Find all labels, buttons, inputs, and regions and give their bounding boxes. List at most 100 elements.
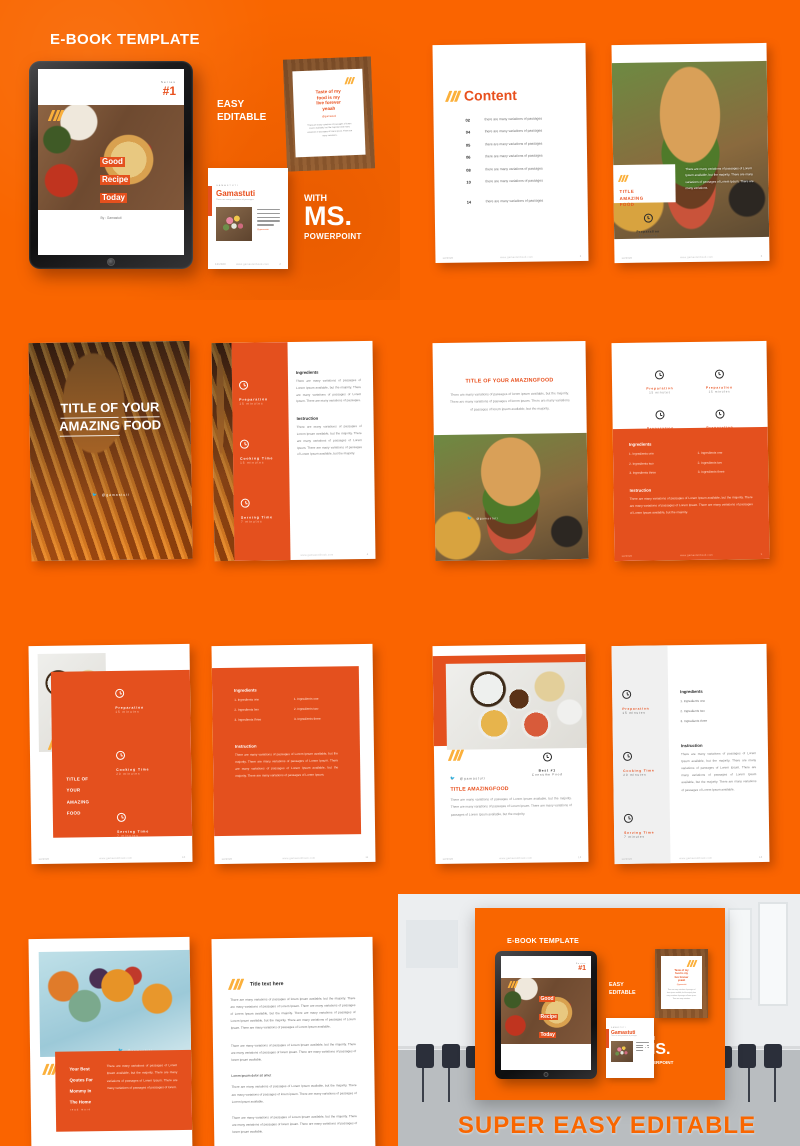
hero-label-ms: MS.	[304, 201, 353, 231]
footer-date: 12/2020	[621, 857, 633, 861]
breakfast-steps-column: Preparation 15 minutes Cooking Time 20 m…	[115, 684, 150, 838]
four-steps-red-panel: Ingredients 1. Ingredients one 2. Ingred…	[612, 426, 770, 562]
mockup-title: E-BOOK TEMPLATE	[507, 936, 579, 945]
footer-page-number: 3	[760, 255, 763, 259]
mockup-tablet: Series #1 Good Recipe Today	[495, 951, 597, 1079]
quote-sub[interactable]: read more	[70, 1107, 94, 1114]
tablet-screen: Series #1 Good Recipe Today By : Gamastu…	[38, 69, 184, 255]
footer-url: www.gamastutibook.com	[99, 856, 133, 861]
slash-logo-icon	[666, 960, 698, 967]
slash-logo-icon	[47, 110, 65, 121]
ingredients-body: There are many variations of passages of…	[295, 378, 362, 404]
ingredient-item: 2. Ingredients two	[680, 708, 705, 714]
step-item: Cooking Time 20 minutes	[115, 746, 150, 776]
content-item-text: there are many variations of passages	[484, 128, 543, 134]
quote-line4: The Home	[69, 1099, 92, 1105]
ingredients-red-page: Ingredients 1. Ingredients one 2. Ingred…	[211, 643, 376, 865]
footer-url: www.gamastutibook.com	[680, 553, 713, 558]
slash-logo-icon	[227, 978, 245, 990]
instruction-body: There are many variations of passages of…	[234, 751, 339, 779]
best-food-body: There are many variations of passages of…	[450, 796, 572, 817]
quote-page: 🐦 @gamastuti Your Best Qoutes For Mommy …	[28, 936, 193, 1146]
amazing-title: TITLE OF YOUR AMAZINGFOOD	[465, 377, 554, 385]
list-item[interactable]: 10 there are many variations of passages	[466, 178, 573, 185]
instruction-heading: Instruction	[296, 415, 319, 422]
content-item-number: 04	[465, 129, 471, 136]
breakfast-title-block: TITLE OF YOUR AMAZING FOOD	[66, 773, 89, 819]
hero-title: E-BOOK TEMPLATE	[50, 31, 200, 48]
clock-icon	[542, 752, 552, 762]
list-item[interactable]: 14 there are many variations of passages	[466, 198, 574, 205]
clock-icon	[715, 409, 725, 419]
burger-prep-time: 15 minutes	[638, 233, 658, 238]
ingredient-item: 2. Ingredients two	[697, 460, 723, 465]
text-page: Title text here There are many variation…	[211, 936, 376, 1146]
grey-sidebar: Preparation 15 minutes Cooking Time 20 m…	[611, 645, 671, 865]
step-item: Cooking Time 20 minutes	[622, 747, 659, 777]
list-item[interactable]: 05 there are many variations of passages	[466, 141, 573, 147]
breakfast-steps-page: TITLE OF YOUR AMAZING FOOD Preparation 1…	[28, 643, 193, 865]
text-page-paragraph: There are many variations of passages of…	[230, 1041, 357, 1062]
quote-line3: Mommy In	[69, 1088, 92, 1094]
list-item[interactable]: 02 there are many variations of passages	[465, 116, 573, 123]
mockup-cover-t1: Good	[539, 996, 556, 1003]
step-item: Preparation 15 minutes	[239, 376, 281, 406]
footer-page-number: 4	[366, 552, 369, 556]
steps-text-column: Ingredients 1. Ingredients one 2. Ingred…	[680, 688, 756, 794]
clock-icon	[239, 380, 249, 390]
mini-handle: @gamastuti	[257, 228, 269, 231]
footer-url: www.gamastutibook.com	[500, 255, 533, 260]
breakfast-title-line3: AMAZING	[66, 799, 90, 805]
instruction-heading: Instruction	[629, 487, 652, 493]
content-item-number: 14	[466, 199, 472, 205]
step-item: Preparation 15 minutes	[622, 685, 658, 715]
mini-title: Gamastuti	[216, 189, 256, 198]
hero-label-easy: EASY	[217, 99, 245, 110]
list-item[interactable]: 06 there are many variations of passages	[466, 153, 573, 160]
quote-body: There are many variations of passages of…	[106, 1063, 178, 1091]
footer-url: www.gamastutibook.com	[300, 553, 334, 557]
mockup-cover-number: #1	[578, 965, 586, 972]
footer-page-number: 13	[759, 856, 763, 860]
step-time: 15 minutes	[622, 710, 646, 715]
footer-page-number: 5	[760, 553, 763, 557]
content-item-text: there are many variations of passages	[484, 116, 543, 122]
text-page-title: Title text here	[249, 980, 284, 988]
ingredient-item: 3. Ingredients three	[697, 469, 725, 474]
tablet-home-button-icon	[107, 258, 115, 266]
step-time: 15 minutes	[708, 389, 731, 394]
ingredient-item: 2. Ingredients two	[629, 461, 654, 466]
step-item: Preparation 15 minutes	[115, 684, 149, 714]
slash-logo-icon	[301, 76, 355, 86]
footer-page-number: 11	[365, 855, 369, 860]
breakfast-title-line2: YOUR	[66, 787, 81, 794]
mini-subtitle: There are many variations of passages	[216, 199, 254, 201]
list-item[interactable]: 08 there are many variations of passages	[466, 166, 573, 172]
footer-url: www.gamastutibook.com	[499, 856, 533, 861]
mockup-poster-handle: @gamastuti	[676, 984, 687, 987]
list-item[interactable]: 04 there are many variations of passages	[466, 129, 573, 135]
poster-white-sheet: Taste of my food is my live forever yeaa…	[292, 68, 366, 158]
content-list: 02 there are many variations of passages…	[448, 116, 574, 205]
best-food-badge: Best #1 Consume Food	[519, 748, 575, 777]
quote-red-panel: Your Best Qoutes For Mommy In The Home r…	[55, 1049, 193, 1132]
ingredient-item: 1. Ingredients one	[629, 451, 654, 456]
content-item-number: 02	[465, 117, 471, 123]
quote-line2: Qoutes For	[69, 1077, 93, 1083]
clock-icon	[115, 688, 125, 698]
best-food-title: TITLE AMAZINGFOOD	[450, 786, 509, 793]
ingredient-item: 1. Ingredients one	[234, 697, 260, 702]
footer-url: www.gamastutibook.com	[282, 856, 316, 861]
breakfast-title-line1: TITLE OF	[66, 776, 89, 782]
tablet-mockup: Series #1 Good Recipe Today By : Gamastu…	[29, 61, 193, 269]
footer-date: 12/2020	[221, 857, 233, 862]
step-time: 7 minutes	[240, 519, 263, 524]
title-cover-line2: YOUR	[121, 399, 160, 418]
mockup-cover-photo: Good Recipe Today	[501, 978, 591, 1044]
title-cover-handle: @gamastuti	[101, 492, 130, 498]
best-food-photo	[445, 661, 587, 750]
footer-url: www.gamastutibook.com	[680, 255, 713, 260]
steps-ingredients-page: Preparation 15 minutes Cooking Time 20 m…	[611, 643, 770, 865]
burger-title-line3: FOOD	[619, 202, 635, 208]
best-food-badge-line2: Consume Food	[531, 772, 563, 777]
